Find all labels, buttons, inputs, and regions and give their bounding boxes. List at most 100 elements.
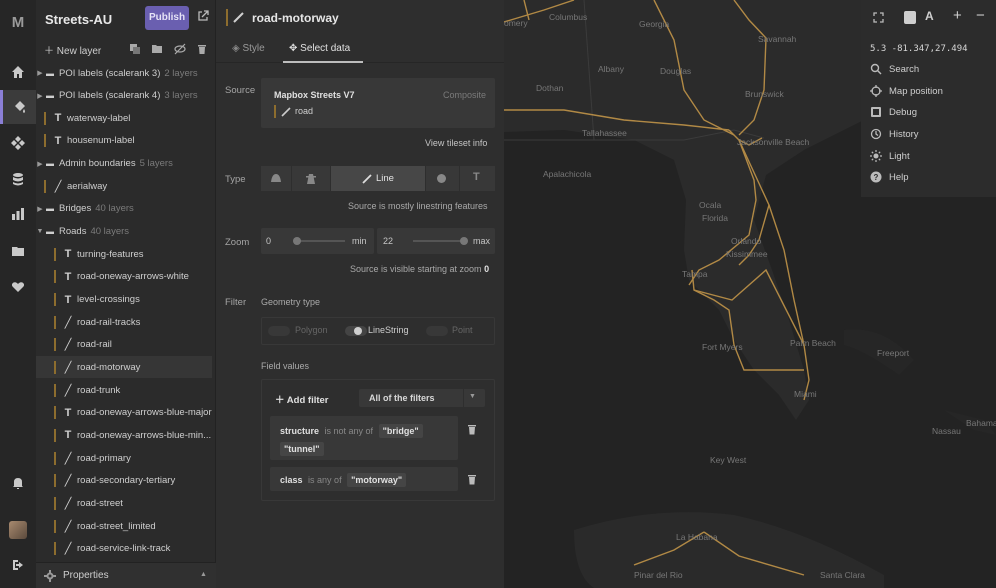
map-position-control[interactable]: Map position — [870, 85, 943, 97]
avatar[interactable] — [9, 521, 27, 539]
layer-count: 2 layers — [164, 67, 198, 79]
layer-name: road-rail — [77, 339, 112, 351]
city-label: Columbus — [549, 12, 588, 22]
city-label: Orlando — [731, 236, 762, 246]
layer-item[interactable]: ╱ road-rail-tracks — [36, 311, 212, 333]
search-control[interactable]: Search — [870, 63, 919, 75]
map-controls-panel: A + − 5.3 -81.347,27.494 Search Map posi… — [861, 0, 996, 197]
paint-icon[interactable] — [0, 90, 36, 124]
layer-item[interactable]: ╱ road-secondary-tertiary — [36, 470, 212, 492]
zoom-out-icon[interactable]: − — [976, 7, 985, 24]
external-link-icon[interactable] — [197, 10, 209, 22]
filter-op: is not any of — [324, 426, 374, 436]
style-name[interactable]: Streets-AU — [45, 12, 112, 27]
zoom-max-control[interactable]: 22 max — [377, 228, 495, 254]
city-label: Tallahassee — [582, 128, 627, 138]
properties-bar[interactable]: Properties ▲ — [36, 562, 216, 588]
map-position-label: Map position — [889, 85, 943, 97]
layer-item[interactable]: Troad-oneway-arrows-white — [36, 266, 212, 288]
layer-item[interactable]: Troad-oneway-arrows-blue-min... — [36, 424, 212, 446]
zoom-min-label: min — [352, 236, 367, 246]
chevron-right-icon[interactable]: ▶ — [36, 92, 44, 100]
layer-item[interactable]: ▶ ▬ POI labels (scalerank 3) 2 layers — [36, 62, 212, 84]
trash-icon[interactable] — [467, 474, 477, 485]
combinator-select[interactable]: All of the filters ▼ — [359, 389, 485, 407]
compass-icon[interactable]: A — [925, 9, 934, 23]
type-fill-button[interactable] — [261, 166, 291, 191]
layer-item[interactable]: ╱ road-rail — [36, 334, 212, 356]
light-control[interactable]: Light — [870, 150, 910, 162]
trash-icon[interactable] — [196, 43, 208, 55]
history-control[interactable]: History — [870, 128, 919, 140]
layer-item[interactable]: Troad-oneway-arrows-blue-major — [36, 402, 212, 424]
layer-item[interactable]: Thousenum-label — [36, 130, 212, 152]
chevron-down-icon[interactable]: ▼ — [36, 228, 44, 235]
chevron-right-icon[interactable]: ▶ — [36, 160, 44, 168]
layer-name: road-service-link-track — [77, 543, 171, 555]
field-values-box: ＋ Add filter All of the filters ▼ struct… — [261, 379, 495, 501]
filter-rule-structure[interactable]: structure is not any of "bridge" "tunnel… — [270, 416, 458, 460]
heart-icon[interactable] — [0, 270, 36, 304]
view-tileset-link[interactable]: View tileset info — [425, 138, 487, 148]
components-icon[interactable] — [0, 126, 36, 160]
data-icon[interactable] — [0, 162, 36, 196]
layer-item[interactable]: ╱ road-street — [36, 492, 212, 514]
layer-item[interactable]: ▶ ▬ POI labels (scalerank 4) 3 layers — [36, 85, 212, 107]
bell-icon[interactable] — [0, 466, 36, 500]
chevron-right-icon[interactable]: ▶ — [36, 205, 44, 213]
layer-item[interactable]: ╱ aerialway — [36, 175, 212, 197]
home-icon[interactable] — [0, 55, 36, 89]
publish-button[interactable]: Publish — [145, 6, 189, 30]
layer-item[interactable]: ▶ ▬ Admin boundaries 5 layers — [36, 153, 212, 175]
folder-icon[interactable] — [0, 234, 36, 268]
layer-title[interactable]: road-motorway — [252, 11, 339, 25]
stats-icon[interactable] — [0, 197, 36, 231]
layer-item[interactable]: ╱ road-motorway — [36, 356, 212, 379]
zoom-in-icon[interactable]: + — [953, 7, 962, 24]
trash-icon[interactable] — [467, 424, 477, 435]
chevron-right-icon[interactable]: ▶ — [36, 69, 44, 77]
logout-icon[interactable] — [0, 548, 36, 582]
zoom-min-handle[interactable] — [293, 237, 301, 245]
filter-rule-class[interactable]: class is any of "motorway" — [270, 467, 458, 491]
type-circle-button[interactable] — [426, 166, 459, 191]
hide-icon[interactable] — [174, 43, 186, 55]
type-extrusion-button[interactable] — [292, 166, 330, 191]
new-layer-button[interactable]: ＋ New layer — [44, 42, 101, 57]
debug-control[interactable]: Debug — [870, 106, 917, 118]
source-selector[interactable]: Mapbox Streets V7 Composite road — [261, 78, 495, 128]
layer-item[interactable]: ▼ ▬ Roads 40 layers — [36, 221, 212, 243]
city-label: omery — [504, 18, 528, 28]
layer-item[interactable]: ╱ road-service-link-track — [36, 538, 212, 560]
layer-item[interactable]: Tlevel-crossings — [36, 289, 212, 311]
line-layer-icon: ╱ — [64, 361, 72, 374]
layer-item[interactable]: ╱ road-trunk — [36, 379, 212, 401]
zoom-min-control[interactable]: 0 min — [261, 228, 374, 254]
layer-item[interactable]: ▶ ▬ Bridges 40 layers — [36, 198, 212, 220]
point-toggle[interactable] — [426, 326, 448, 336]
layer-editor: road-motorway ◈ Style ✥ Select data Sour… — [216, 0, 504, 588]
tab-select-data[interactable]: ✥ Select data — [289, 43, 350, 54]
layer-item[interactable]: ╱ road-street_limited — [36, 515, 212, 537]
add-filter-button[interactable]: ＋ Add filter — [275, 392, 329, 406]
filter-rule-text: structure is not any of "bridge" — [280, 424, 423, 438]
layer-item[interactable]: Twaterway-label — [36, 107, 212, 129]
layer-item[interactable]: Tturning-features — [36, 243, 212, 265]
lock-icon[interactable] — [904, 11, 916, 24]
chevron-up-icon[interactable]: ▲ — [200, 571, 207, 578]
linestring-toggle[interactable] — [345, 326, 367, 336]
duplicate-icon[interactable] — [129, 43, 141, 55]
tab-style[interactable]: ◈ Style — [232, 43, 265, 54]
field-values-label: Field values — [261, 361, 310, 371]
group-icon[interactable] — [151, 43, 163, 55]
type-symbol-button[interactable]: T — [460, 166, 495, 191]
polygon-toggle[interactable] — [268, 326, 290, 336]
layer-name: road-oneway-arrows-blue-min... — [77, 429, 212, 441]
app-logo[interactable]: M — [0, 14, 36, 31]
zoom-max-handle[interactable] — [460, 237, 468, 245]
type-line-button[interactable]: Line — [331, 166, 425, 191]
fullscreen-icon[interactable] — [873, 12, 884, 23]
help-control[interactable]: ? Help — [870, 171, 909, 183]
layer-item[interactable]: ╱ road-primary — [36, 447, 212, 469]
layer-color-bar — [54, 542, 56, 556]
